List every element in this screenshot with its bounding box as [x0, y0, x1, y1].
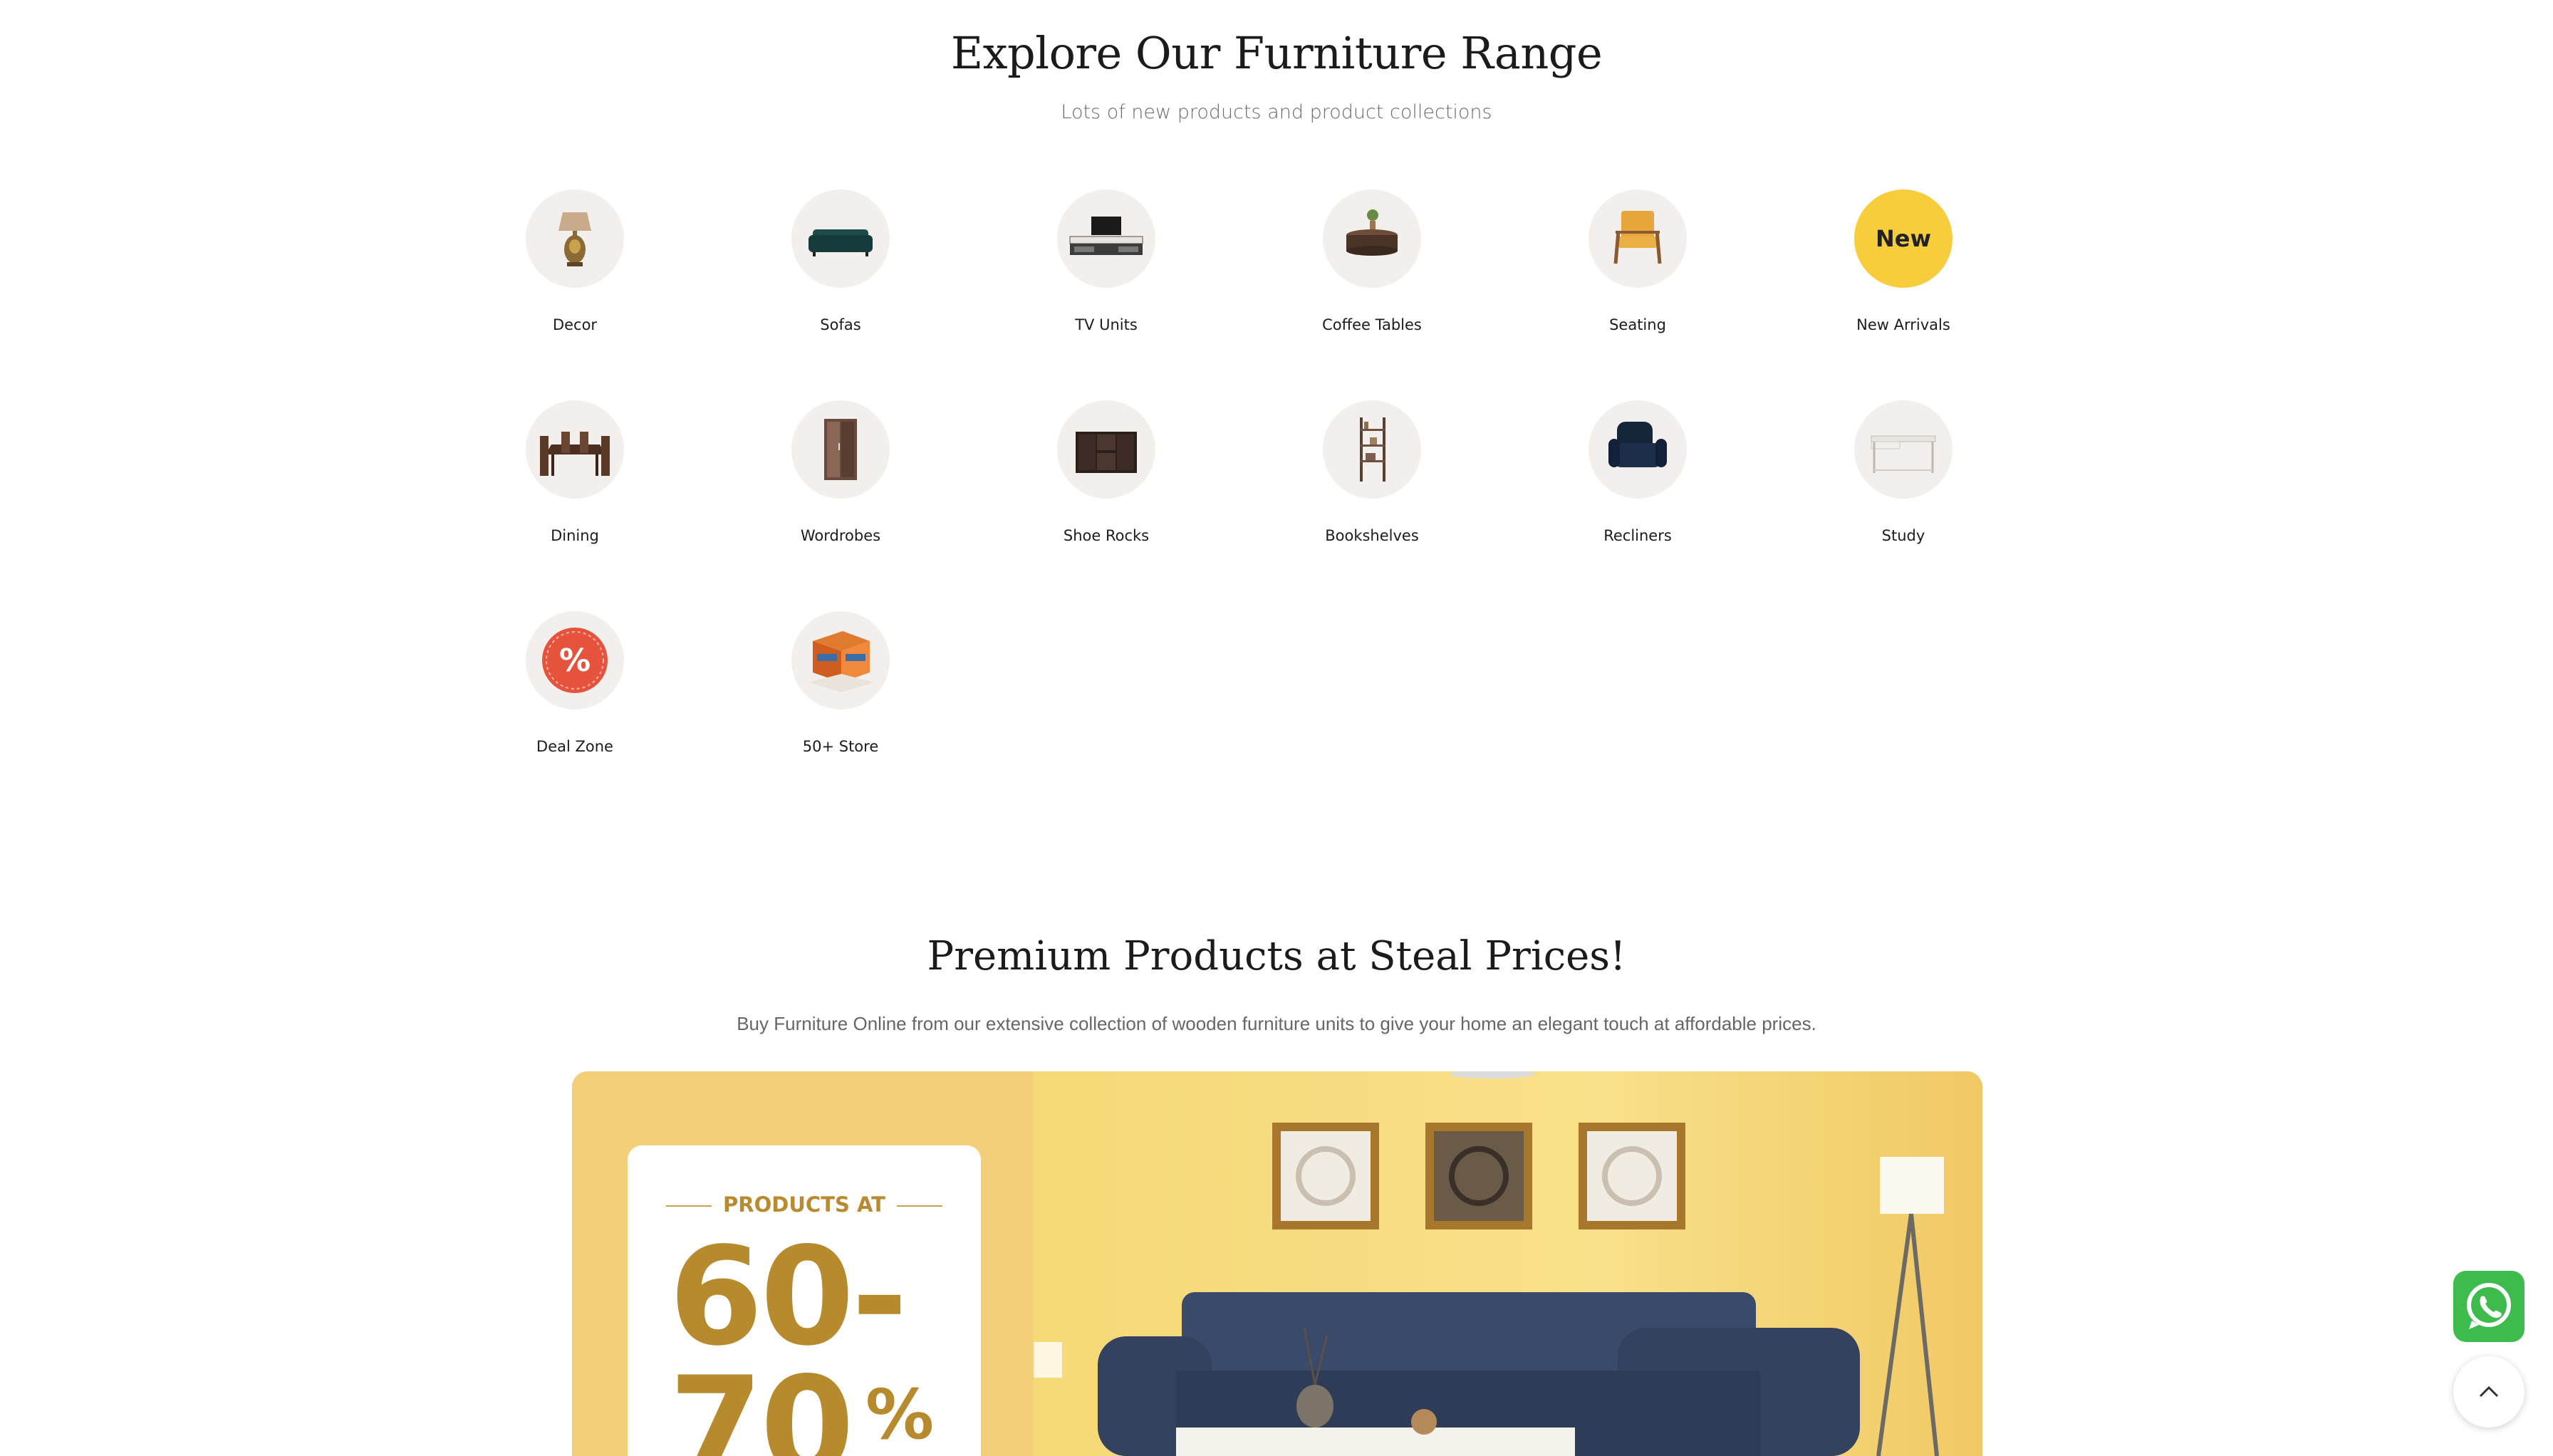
category-label: Shoe Rocks	[1063, 527, 1150, 544]
section-subtitle-premium: Buy Furniture Online from our extensive …	[737, 1013, 1816, 1034]
new-badge-text: New	[1875, 225, 1932, 252]
category-grid: Decor Sofas TV Units Coffee Tables Seati…	[0, 189, 2553, 759]
category-seating[interactable]: Seating	[1531, 189, 1745, 333]
section-title-explore: Explore Our Furniture Range	[950, 27, 1603, 79]
category-label: Sofas	[820, 316, 861, 333]
offer-percent-sign: %	[865, 1375, 935, 1455]
living-room-image	[1034, 1071, 1982, 1456]
chevron-up-icon	[2479, 1385, 2499, 1398]
store-icon	[791, 611, 890, 709]
offer-discount-line1: 60-	[669, 1218, 908, 1376]
category-label: Wordrobes	[800, 527, 881, 544]
category-label: Seating	[1609, 316, 1666, 333]
shoe-rack-icon	[1057, 400, 1155, 499]
category-study[interactable]: Study	[1797, 400, 2010, 544]
new-badge-icon: New	[1854, 189, 1953, 288]
category-label: Coffee Tables	[1322, 316, 1422, 333]
tv-unit-icon	[1057, 189, 1155, 288]
category-label: Recliners	[1603, 527, 1672, 544]
category-wordrobes[interactable]: Wordrobes	[734, 400, 947, 544]
lamp-icon	[526, 189, 624, 288]
offer-kicker: PRODUCTS AT	[628, 1192, 981, 1217]
category-new-arrivals[interactable]: New New Arrivals	[1797, 189, 2010, 333]
category-label: Bookshelves	[1325, 527, 1419, 544]
category-sofas[interactable]: Sofas	[734, 189, 947, 333]
coffee-table-icon	[1323, 189, 1421, 288]
offer-discount-line2: 70	[669, 1348, 854, 1456]
category-bookshelves[interactable]: Bookshelves	[1265, 400, 1479, 544]
category-label: Study	[1881, 527, 1925, 544]
category-recliners[interactable]: Recliners	[1531, 400, 1745, 544]
bookshelf-icon	[1323, 400, 1421, 499]
whatsapp-icon	[2467, 1283, 2511, 1329]
armchair-icon	[1589, 189, 1687, 288]
category-shoe-rocks[interactable]: Shoe Rocks	[999, 400, 1213, 544]
percent-badge-icon: %	[526, 611, 624, 709]
section-subtitle-explore: Lots of new products and product collect…	[1061, 101, 1492, 123]
category-label: 50+ Store	[802, 738, 879, 755]
offer-card: PRODUCTS AT 60- 70 %	[628, 1145, 981, 1456]
category-label: Dining	[551, 527, 599, 544]
dining-set-icon	[526, 400, 624, 499]
whatsapp-button[interactable]	[2453, 1271, 2525, 1342]
recliner-icon	[1589, 400, 1687, 499]
wardrobe-icon	[791, 400, 890, 499]
category-label: Decor	[552, 316, 598, 333]
category-coffee-tables[interactable]: Coffee Tables	[1265, 189, 1479, 333]
section-title-premium: Premium Products at Steal Prices!	[927, 933, 1626, 979]
category-deal-zone[interactable]: % Deal Zone	[468, 611, 682, 755]
sofa-icon	[791, 189, 890, 288]
category-label: TV Units	[1075, 316, 1138, 333]
category-label: New Arrivals	[1856, 316, 1950, 333]
promo-banner[interactable]: PRODUCTS AT 60- 70 %	[572, 1071, 1982, 1456]
category-label: Deal Zone	[536, 738, 613, 755]
category-decor[interactable]: Decor	[468, 189, 682, 333]
scroll-to-top-button[interactable]	[2453, 1356, 2525, 1428]
category-dining[interactable]: Dining	[468, 400, 682, 544]
svg-text:%: %	[559, 643, 591, 679]
promo-banner-offer-panel: PRODUCTS AT 60- 70 %	[572, 1071, 1034, 1456]
category-store[interactable]: 50+ Store	[734, 611, 947, 755]
category-tv-units[interactable]: TV Units	[999, 189, 1213, 333]
study-desk-icon	[1854, 400, 1953, 499]
